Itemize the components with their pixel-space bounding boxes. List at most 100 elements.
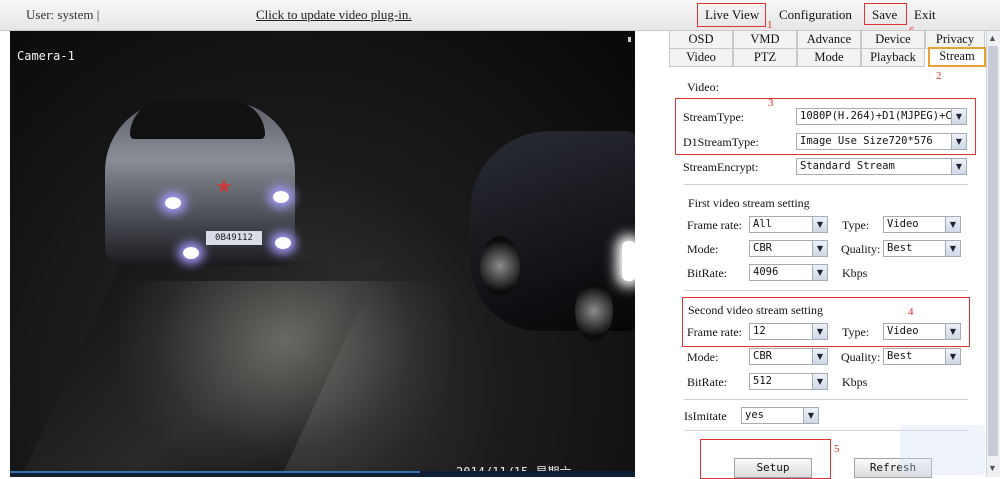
chevron-down-icon: ▼ [812, 349, 827, 364]
tab-device[interactable]: Device [861, 30, 925, 49]
car-right-wheel [575, 281, 613, 341]
chevron-down-icon: ▼ [945, 241, 960, 256]
chevron-down-icon: ▼ [812, 265, 827, 280]
chevron-down-icon: ▼ [803, 408, 818, 423]
first-quality-value: Best [887, 242, 913, 254]
video-viewport[interactable]: ★ 0B49112 Camera-1 2014/11/15 星期六 20:21:… [10, 31, 635, 477]
first-type-select[interactable]: Video ▼ [883, 216, 961, 233]
second-type-select[interactable]: Video ▼ [883, 323, 961, 340]
second-mode-select[interactable]: CBR ▼ [749, 348, 828, 365]
second-bitrate-unit: Kbps [842, 375, 868, 389]
tab-mode[interactable]: Mode [797, 48, 861, 67]
annotation-box-1 [697, 3, 766, 27]
annotation-number-3: 3 [768, 97, 774, 109]
second-quality-select[interactable]: Best ▼ [883, 348, 961, 365]
setup-button[interactable]: Setup [734, 458, 812, 478]
annotation-box-6 [864, 3, 907, 25]
tab-video[interactable]: Video [669, 48, 733, 67]
car-lamp [273, 191, 289, 203]
first-frame-rate-value: All [753, 218, 772, 230]
car-left-windshield [130, 101, 265, 139]
car-lamp [183, 247, 199, 259]
first-stream-title: First video stream setting [688, 196, 810, 210]
d1-stream-type-value: Image Use Size720*576 [800, 135, 933, 147]
camera-label: Camera-1 [17, 49, 75, 63]
stream-encrypt-value: Standard Stream [800, 160, 895, 172]
video-corner-marker [628, 37, 631, 42]
second-quality-label: Quality: [841, 350, 881, 364]
chevron-down-icon: ▼ [951, 159, 966, 174]
chevron-down-icon: ▼ [812, 324, 827, 339]
first-frame-rate-select[interactable]: All ▼ [749, 216, 828, 233]
first-quality-label: Quality: [841, 242, 881, 256]
first-bitrate-unit: Kbps [842, 266, 868, 280]
scroll-down-icon[interactable]: ▼ [988, 463, 997, 473]
stream-type-value: 1080P(H.264)+D1(MJPEG)+C [800, 110, 952, 122]
second-bitrate-value: 512 [753, 375, 772, 387]
chevron-down-icon: ▼ [945, 349, 960, 364]
first-bitrate-select[interactable]: 4096 ▼ [749, 264, 828, 281]
divider [684, 399, 968, 400]
second-bitrate-select[interactable]: 512 ▼ [749, 373, 828, 390]
chevron-down-icon: ▼ [812, 374, 827, 389]
stream-encrypt-select[interactable]: Standard Stream ▼ [796, 158, 967, 175]
first-bitrate-label: BitRate: [687, 266, 727, 280]
isimitate-label: IsImitate [684, 409, 727, 423]
scroll-up-icon[interactable]: ▲ [988, 33, 997, 43]
annotation-number-5: 5 [834, 443, 840, 455]
chevron-down-icon: ▼ [951, 134, 966, 149]
second-frame-rate-label: Frame rate: [687, 325, 742, 339]
corner-glare [900, 425, 985, 475]
chevron-down-icon: ▼ [951, 109, 966, 124]
nav-configuration[interactable]: Configuration [779, 7, 852, 23]
divider [684, 184, 968, 185]
second-type-label: Type: [842, 325, 870, 339]
tab-osd[interactable]: OSD [669, 30, 733, 49]
second-bitrate-label: BitRate: [687, 375, 727, 389]
annotation-number-2: 2 [936, 70, 942, 82]
update-plugin-link[interactable]: Click to update video plug-in. [256, 7, 412, 23]
video-progress-fill [10, 471, 420, 473]
second-type-value: Video [887, 325, 919, 337]
d1-stream-type-select[interactable]: Image Use Size720*576 ▼ [796, 133, 967, 150]
video-section-label: Video: [687, 80, 719, 94]
second-mode-label: Mode: [687, 350, 719, 364]
second-stream-title: Second video stream setting [688, 303, 823, 317]
car-right-headlight [622, 241, 635, 281]
divider [684, 290, 968, 291]
user-label: User: system | [26, 7, 100, 22]
road-light-patch [120, 281, 450, 477]
first-mode-value: CBR [753, 242, 772, 254]
second-mode-value: CBR [753, 350, 772, 362]
first-quality-select[interactable]: Best ▼ [883, 240, 961, 257]
chevron-down-icon: ▼ [945, 217, 960, 232]
chevron-down-icon: ▼ [945, 324, 960, 339]
scrollbar-thumb[interactable] [988, 46, 998, 456]
license-plate: 0B49112 [206, 231, 262, 245]
annotation-number-4: 4 [908, 306, 914, 318]
first-type-value: Video [887, 218, 919, 230]
nav-exit[interactable]: Exit [914, 7, 936, 23]
car-lamp [165, 197, 181, 209]
car-lamp [275, 237, 291, 249]
chevron-down-icon: ▼ [812, 241, 827, 256]
first-frame-rate-label: Frame rate: [687, 218, 742, 232]
second-frame-rate-select[interactable]: 12 ▼ [749, 323, 828, 340]
stream-type-select[interactable]: 1080P(H.264)+D1(MJPEG)+C ▼ [796, 108, 967, 125]
car-right-wheel [480, 236, 520, 296]
first-bitrate-value: 4096 [753, 266, 779, 278]
first-mode-select[interactable]: CBR ▼ [749, 240, 828, 257]
tab-playback[interactable]: Playback [861, 48, 925, 67]
tab-ptz[interactable]: PTZ [733, 48, 797, 67]
d1-stream-type-label: D1StreamType: [683, 135, 759, 149]
car-emblem-icon: ★ [215, 176, 233, 198]
tab-vmd[interactable]: VMD [733, 30, 797, 49]
first-mode-label: Mode: [687, 242, 719, 256]
tab-advance[interactable]: Advance [797, 30, 861, 49]
second-quality-value: Best [887, 350, 913, 362]
first-type-label: Type: [842, 218, 870, 232]
second-frame-rate-value: 12 [753, 325, 766, 337]
isimitate-select[interactable]: yes ▼ [741, 407, 819, 424]
stream-encrypt-label: StreamEncrypt: [683, 160, 759, 174]
tab-stream[interactable]: Stream [928, 47, 986, 67]
